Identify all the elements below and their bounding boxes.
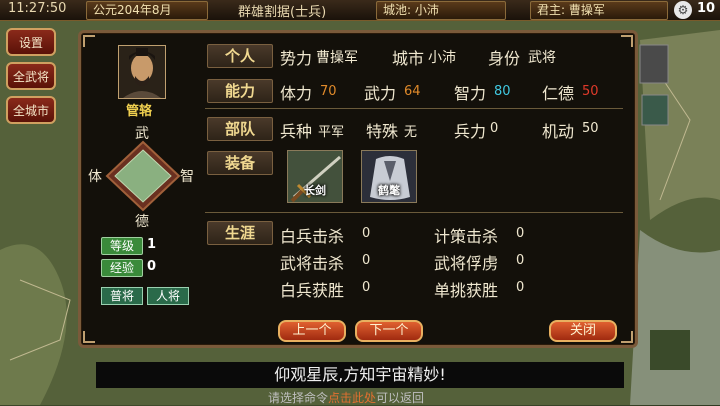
sword-label: 长剑 (304, 184, 326, 197)
equipment-slot-cloak[interactable]: 鹤氅 (361, 150, 417, 203)
exp-value: 0 (147, 259, 157, 274)
general-name: 管辂 (126, 104, 153, 119)
duel-wins-label: 单挑获胜 (434, 281, 499, 300)
force-label: 武力 (364, 84, 397, 103)
strategy-kills-value: 0 (516, 226, 525, 241)
city-value: 小沛 (428, 50, 456, 66)
game-mode-title: 群雄割据(士兵) (238, 5, 327, 20)
exp-label: 经验 (101, 259, 143, 277)
cloak-label: 鹤氅 (378, 184, 400, 197)
clock-time: 11:27:50 (8, 1, 67, 16)
intelligence-value: 80 (494, 84, 511, 99)
section-personal: 个人 (207, 44, 273, 68)
gear-icon[interactable]: ⚙ (674, 1, 692, 19)
strategy-kills-label: 计策击杀 (434, 227, 499, 246)
intelligence-label: 智力 (454, 84, 487, 103)
date-display: 公元204年8月 (86, 1, 208, 20)
special-label: 特殊 (366, 122, 399, 141)
special-value: 无 (404, 125, 418, 140)
stamina-value: 70 (320, 84, 337, 99)
stamina-label: 体力 (280, 84, 313, 103)
turn-count: 10 (697, 1, 716, 16)
hint-prefix: 请选择命令 (268, 391, 329, 405)
axis-intelligence: 智 (180, 169, 194, 185)
tip-banner: 仰观星辰,方知宇宙精妙! (96, 362, 624, 388)
previous-button[interactable]: 上一个 (278, 320, 346, 342)
section-career: 生涯 (207, 221, 273, 245)
city-label: 城市 (392, 49, 425, 68)
divider (205, 212, 623, 213)
divider (205, 108, 623, 109)
faction-value: 曹操军 (316, 50, 358, 66)
general-captures-value: 0 (516, 253, 525, 268)
hint-click-here[interactable]: 点击此处 (328, 391, 376, 405)
soldier-kills-value: 0 (362, 226, 371, 241)
strength-value: 0 (490, 121, 499, 136)
top-status-bar: 11:27:50 公元204年8月 群雄割据(士兵) 城池: 小沛 君主: 曹操… (0, 0, 720, 21)
level-label: 等级 (101, 237, 143, 255)
all-generals-button[interactable]: 全武将 (6, 62, 56, 90)
virtue-label: 仁德 (542, 84, 575, 103)
soldier-kills-label: 白兵击杀 (280, 227, 345, 246)
equipment-slot-sword[interactable]: 长剑 (287, 150, 343, 203)
level-value: 1 (147, 237, 157, 252)
axis-body: 体 (88, 169, 102, 185)
general-kills-label: 武将击杀 (280, 254, 345, 273)
identity-value: 武将 (528, 50, 556, 66)
all-cities-button[interactable]: 全城市 (6, 96, 56, 124)
axis-virtue: 德 (135, 214, 149, 230)
command-hint[interactable]: 请选择命令点击此处可以返回 (268, 389, 424, 406)
ruler-display: 君主: 曹操军 (530, 1, 668, 20)
strength-label: 兵力 (454, 122, 487, 141)
faction-label: 势力 (280, 49, 313, 68)
soldier-wins-label: 白兵获胜 (280, 281, 345, 300)
portrait-image (119, 46, 165, 98)
close-button[interactable]: 关闭 (549, 320, 617, 342)
soldier-wins-value: 0 (362, 280, 371, 295)
mobility-label: 机动 (542, 122, 575, 141)
current-city-display: 城池: 小沛 (376, 1, 506, 20)
troop-type-label: 兵种 (280, 122, 313, 141)
identity-label: 身份 (488, 49, 521, 68)
section-troops: 部队 (207, 117, 273, 141)
section-ability: 能力 (207, 79, 273, 103)
next-button[interactable]: 下一个 (355, 320, 423, 342)
mobility-value: 50 (582, 121, 599, 136)
duel-wins-value: 0 (516, 280, 525, 295)
section-equipment: 装备 (207, 151, 273, 175)
rank-badge: 普将 (101, 287, 143, 305)
general-kills-value: 0 (362, 253, 371, 268)
rank-type-badge: 人将 (147, 287, 189, 305)
attribute-diamond-chart (105, 140, 181, 212)
virtue-value: 50 (582, 84, 599, 99)
force-value: 64 (404, 84, 421, 99)
settings-button[interactable]: 设置 (6, 28, 56, 56)
general-portrait (118, 45, 166, 99)
hint-suffix: 可以返回 (376, 391, 425, 405)
troop-type-value: 平军 (318, 125, 345, 140)
general-captures-label: 武将俘虏 (434, 254, 499, 273)
